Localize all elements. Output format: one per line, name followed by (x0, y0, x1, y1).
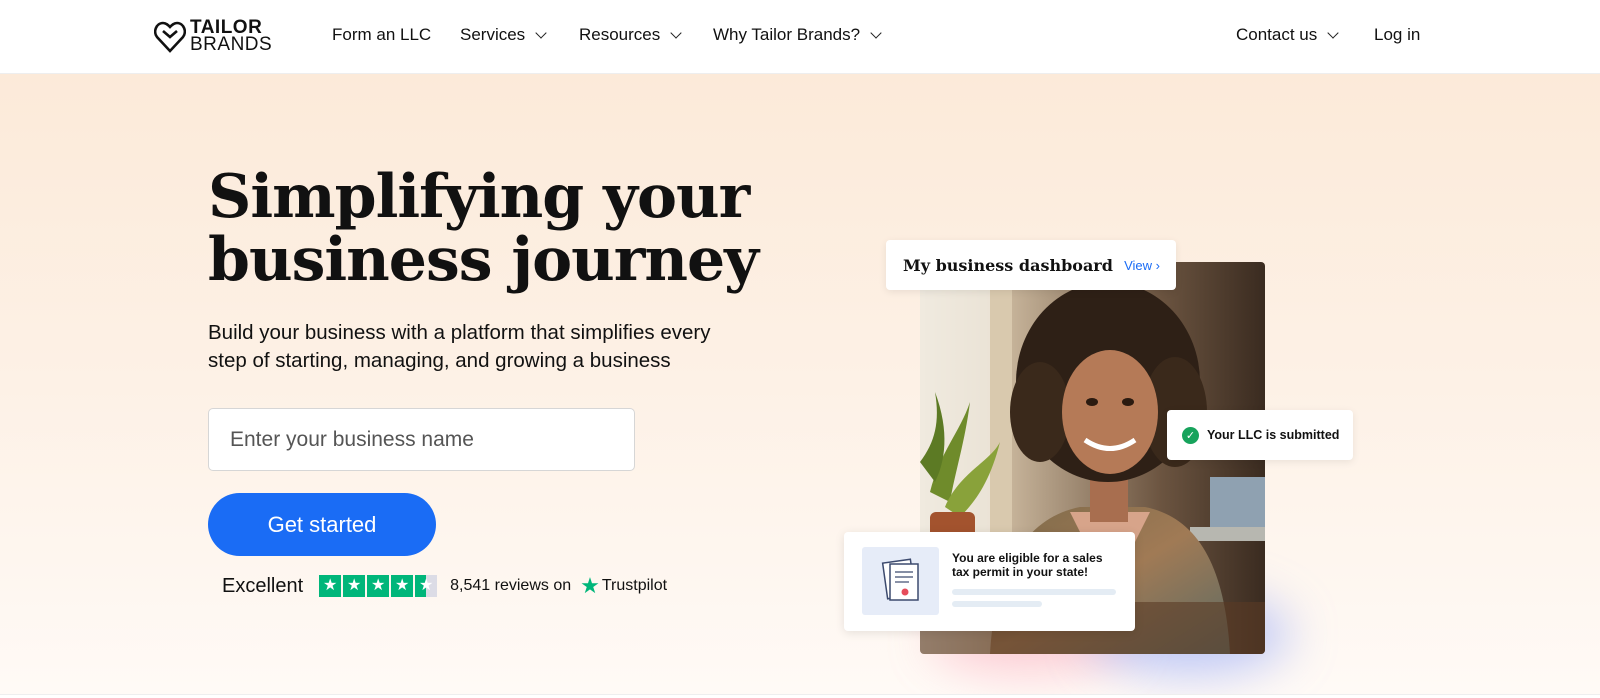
nav-services-label: Services (460, 25, 526, 44)
tailor-brands-logo[interactable]: TAILOR BRANDS (154, 18, 272, 54)
placeholder-bar (952, 601, 1042, 607)
get-started-button[interactable]: Get started (208, 493, 436, 556)
placeholder-bar (952, 589, 1116, 595)
headline-line-2: business journey (208, 225, 759, 295)
trustpilot-brand-label: Trustpilot (601, 577, 668, 594)
tax-permit-text: You are eligible for a sales tax permit … (952, 551, 1103, 579)
hero-headline: Simplifying your business journey (208, 166, 768, 292)
trustpilot-stars: ★ ★ ★ ★ ★ (319, 575, 438, 597)
nav-resources-label: Resources (579, 25, 661, 44)
section-divider (0, 694, 1600, 698)
chevron-down-icon (535, 26, 547, 39)
check-circle-icon: ✓ (1182, 426, 1199, 444)
star-icon: ★ (367, 575, 390, 597)
nav-why-tailor-brands[interactable]: Why Tailor Brands? (713, 25, 882, 45)
nav-log-in[interactable]: Log in (1374, 25, 1420, 45)
llc-status-card: ✓ Your LLC is submitted (1167, 410, 1353, 460)
nav-contact-label: Contact us (1236, 25, 1318, 44)
star-icon: ★ (319, 575, 342, 597)
hero-section: Simplifying your business journey Build … (0, 74, 1600, 694)
hero-subheadline: Build your business with a platform that… (208, 321, 711, 372)
nav-form-llc-label: Form an LLC (332, 25, 432, 44)
dashboard-view-link[interactable]: View › (1124, 258, 1160, 273)
nav-why-label: Why Tailor Brands? (713, 25, 861, 44)
llc-status-text: Your LLC is submitted (1207, 428, 1340, 442)
chevron-down-icon (1327, 26, 1339, 39)
headline-line-1: Simplifying your (208, 162, 750, 232)
nav-form-llc[interactable]: Form an LLC (332, 25, 431, 45)
document-icon (862, 547, 939, 615)
star-icon: ★ (343, 575, 366, 597)
chevron-right-icon: › (1155, 257, 1160, 273)
tax-permit-card: You are eligible for a sales tax permit … (844, 532, 1135, 631)
business-name-input[interactable] (208, 408, 635, 471)
nav-contact-us[interactable]: Contact us (1236, 25, 1339, 45)
rating-word: Excellent (222, 574, 304, 597)
logo-wordmark-bottom: BRANDS (190, 34, 273, 55)
chevron-down-icon (870, 26, 882, 39)
logo-heart-icon (154, 21, 186, 53)
star-icon: ★ (391, 575, 414, 597)
nav-services[interactable]: Services (460, 25, 547, 45)
half-star-icon: ★ (415, 575, 438, 597)
top-navigation: TAILOR BRANDS Form an LLC Services Resou… (0, 0, 1600, 74)
nav-login-label: Log in (1374, 25, 1421, 44)
trustpilot-rating[interactable]: Excellent ★ ★ ★ ★ ★ 8,541 reviews on ★ T… (222, 574, 667, 598)
nav-resources[interactable]: Resources (579, 25, 682, 45)
review-count: 8,541 reviews on (450, 577, 572, 594)
trustpilot-logo: ★ Trustpilot (580, 575, 667, 597)
business-dashboard-card[interactable]: My business dashboard View › (886, 240, 1176, 290)
dashboard-title: My business dashboard (903, 255, 1113, 275)
view-link-label: View (1124, 257, 1153, 273)
trustpilot-star-icon: ★ (580, 573, 600, 598)
chevron-down-icon (670, 26, 682, 39)
